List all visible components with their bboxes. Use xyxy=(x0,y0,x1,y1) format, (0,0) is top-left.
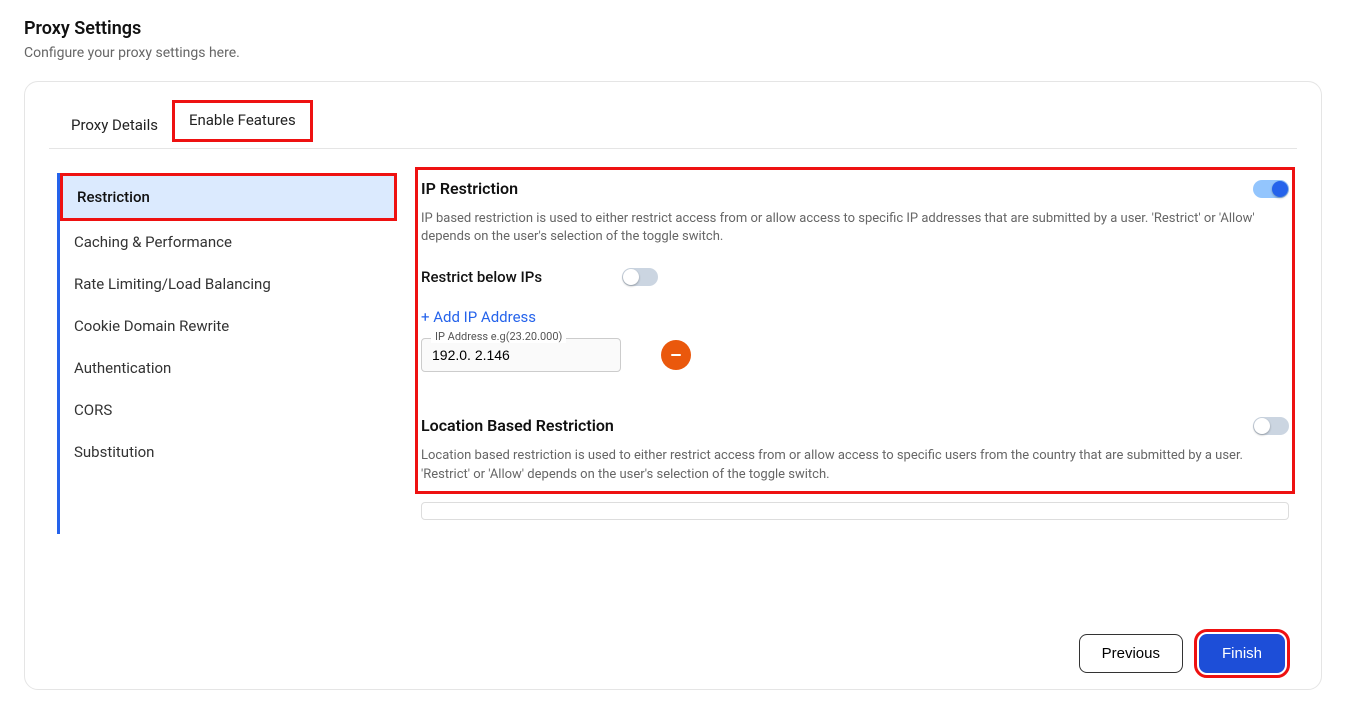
sidebar-item-cookie-rewrite[interactable]: Cookie Domain Rewrite xyxy=(60,305,397,347)
finish-button[interactable]: Finish xyxy=(1199,634,1285,673)
sidebar-item-substitution[interactable]: Substitution xyxy=(60,431,397,473)
sidebar-item-caching[interactable]: Caching & Performance xyxy=(60,221,397,263)
settings-card: Proxy Details Enable Features Restrictio… xyxy=(24,81,1322,690)
ip-restriction-title: IP Restriction xyxy=(421,179,518,198)
sidebar-item-cors[interactable]: CORS xyxy=(60,389,397,431)
minus-icon xyxy=(669,348,683,362)
add-ip-button[interactable]: + Add IP Address xyxy=(421,308,536,326)
ip-restriction-desc: IP based restriction is used to either r… xyxy=(421,210,1289,246)
restrict-ips-label: Restrict below IPs xyxy=(421,268,542,286)
location-restriction-title: Location Based Restriction xyxy=(421,416,614,435)
sidebar: Restriction Caching & Performance Rate L… xyxy=(57,173,397,534)
remove-ip-button[interactable] xyxy=(661,340,691,370)
tab-proxy-details[interactable]: Proxy Details xyxy=(57,106,172,148)
main-panel: IP Restriction IP based restriction is u… xyxy=(421,173,1289,534)
tabs: Proxy Details Enable Features xyxy=(49,106,1297,149)
restrict-ips-toggle[interactable] xyxy=(622,268,658,286)
sidebar-item-restriction[interactable]: Restriction xyxy=(60,173,397,221)
location-field-placeholder xyxy=(421,502,1289,520)
ip-restriction-toggle[interactable] xyxy=(1253,180,1289,198)
sidebar-item-authentication[interactable]: Authentication xyxy=(60,347,397,389)
page-subtitle: Configure your proxy settings here. xyxy=(24,45,1322,61)
sidebar-item-rate-limiting[interactable]: Rate Limiting/Load Balancing xyxy=(60,263,397,305)
ip-field-legend: IP Address e.g(23.20.000) xyxy=(431,330,566,343)
tab-enable-features[interactable]: Enable Features xyxy=(172,100,313,142)
footer: Previous Finish xyxy=(57,634,1289,673)
ip-address-input[interactable] xyxy=(421,338,621,372)
page-title: Proxy Settings xyxy=(24,18,1322,39)
previous-button[interactable]: Previous xyxy=(1079,634,1183,673)
location-restriction-desc: Location based restriction is used to ei… xyxy=(421,447,1289,483)
ip-field-wrap: IP Address e.g(23.20.000) xyxy=(421,338,621,372)
location-restriction-toggle[interactable] xyxy=(1253,417,1289,435)
